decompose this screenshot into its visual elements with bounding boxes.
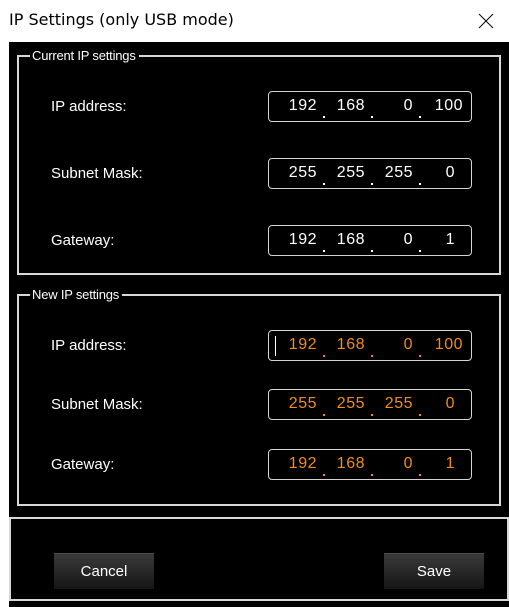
button-bar: Cancel Save [9,517,509,601]
window-title: IP Settings (only USB mode) [9,10,234,29]
new-ip-address-input[interactable]: 192 168 0 100 [268,330,472,361]
close-icon [478,13,494,29]
new-ip-settings-legend: New IP settings [23,288,122,301]
new-ip-address-label: IP address: [51,337,127,354]
text-caret [275,336,276,356]
close-button[interactable] [463,0,509,42]
new-ip-settings-group: New IP settings IP address: 192 168 0 10… [17,288,501,506]
title-bar: IP Settings (only USB mode) [0,0,509,42]
current-subnet-mask-label: Subnet Mask: [51,165,143,182]
current-ip-address-label: IP address: [51,98,127,115]
current-gateway-field: 192 168 0 1 [268,225,472,256]
current-ip-address-field: 192 168 0 100 [268,91,472,122]
new-gateway-input[interactable]: 192 168 0 1 [268,449,472,480]
current-subnet-mask-field: 255 255 255 0 [268,158,472,189]
new-subnet-mask-input[interactable]: 255 255 255 0 [268,389,472,420]
current-ip-settings-legend: Current IP settings [23,49,139,62]
current-ip-settings-group: Current IP settings IP address: 192 168 … [17,49,501,275]
save-button[interactable]: Save [384,553,484,589]
new-gateway-label: Gateway: [51,456,115,473]
cancel-button[interactable]: Cancel [54,553,154,589]
current-gateway-label: Gateway: [51,232,115,249]
dialog-body: Current IP settings IP address: 192 168 … [9,42,509,607]
new-subnet-mask-label: Subnet Mask: [51,396,143,413]
ip-settings-dialog: IP Settings (only USB mode) Current IP s… [0,0,509,607]
